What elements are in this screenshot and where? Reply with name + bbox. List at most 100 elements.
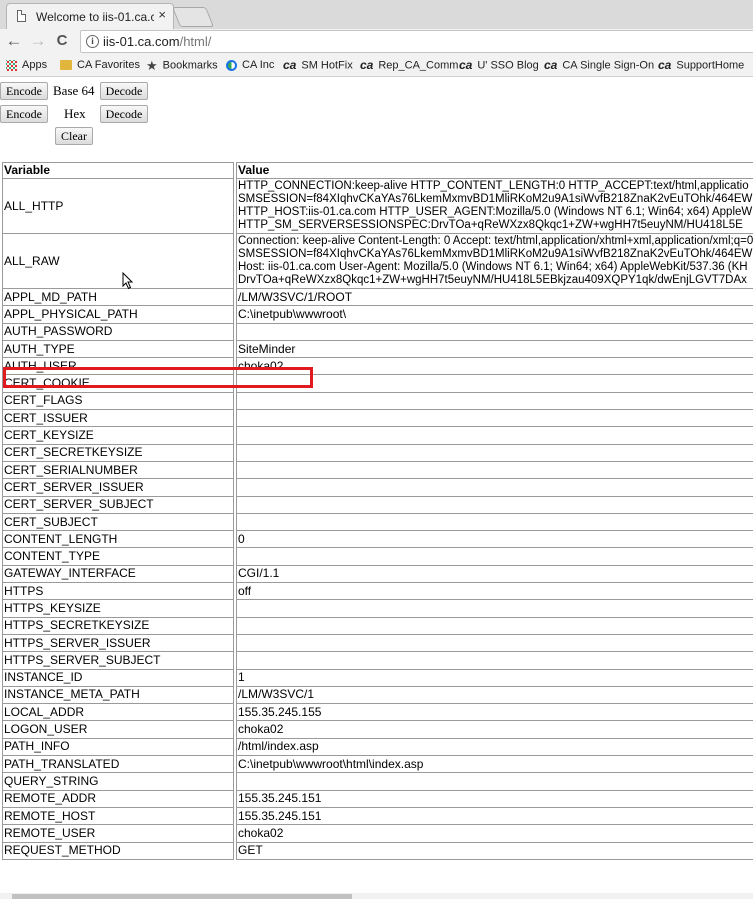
column-header-variable: Variable — [2, 162, 234, 179]
variable-name: HTTPS — [2, 583, 234, 601]
variable-name: QUERY_STRING — [2, 773, 234, 791]
variable-value — [236, 600, 753, 618]
table-row: REMOTE_USER choka02 — [2, 825, 753, 843]
ca-logo-icon: ca — [360, 58, 374, 72]
variable-value: /LM/W3SVC/1 — [236, 686, 753, 705]
table-row: APPL_PHYSICAL_PATH C:\inetpub\wwwroot\ — [2, 306, 753, 324]
variable-name: CERT_ISSUER — [2, 410, 234, 428]
table-row: APPL_MD_PATH/LM/W3SVC/1/ROOT — [2, 289, 753, 307]
table-row: CONTENT_TYPE — [2, 548, 753, 566]
table-row: INSTANCE_ID 1 — [2, 669, 753, 687]
variable-name: CERT_COOKIE — [2, 375, 234, 393]
bookmark-ca-inc[interactable]: CA Inc — [226, 57, 274, 74]
bookmark-bookmarks[interactable]: ★ Bookmarks — [146, 57, 218, 74]
ca-logo-icon: ca — [658, 58, 672, 72]
variable-name: HTTPS_SERVER_SUBJECT — [2, 652, 234, 670]
value-line: Host: iis-01.ca.com User-Agent: Mozilla/… — [238, 261, 748, 273]
variable-value: SiteMinder — [236, 340, 753, 359]
variable-name: LOGON_USER — [2, 721, 234, 739]
variable-name: HTTPS_SERVER_ISSUER — [2, 634, 234, 653]
variable-name: HTTPS_SECRETKEYSIZE — [2, 617, 234, 635]
tab-title: Welcome to iis-01.ca.com — [36, 10, 154, 24]
table-row: ALL_RAW Connection: keep-alive Content-L… — [2, 234, 753, 289]
bookmark-label: U' SSO Blog — [477, 59, 539, 72]
table-row: CERT_FLAGS — [2, 392, 753, 411]
url-host: iis-01.ca.com — [103, 34, 180, 49]
variable-name: REMOTE_ADDR — [2, 790, 234, 808]
variable-name: HTTPS_KEYSIZE — [2, 600, 234, 618]
variable-value: choka02 — [236, 358, 753, 376]
variable-value: /LM/W3SVC/1/ROOT — [236, 289, 753, 307]
info-icon[interactable]: i — [86, 35, 99, 48]
variable-value — [236, 634, 753, 653]
variable-value — [236, 617, 753, 635]
variable-value: GET — [236, 842, 753, 860]
variable-name: REQUEST_METHOD — [2, 842, 234, 860]
value-line: HTTP_CONNECTION:keep-alive HTTP_CONTENT_… — [238, 180, 749, 192]
variable-value — [236, 444, 753, 462]
table-row: LOCAL_ADDR 155.35.245.155 — [2, 704, 753, 722]
variable-value — [236, 652, 753, 670]
variable-name: INSTANCE_META_PATH — [2, 686, 234, 705]
bookmark-label: SupportHome — [676, 59, 745, 72]
forward-icon[interactable]: → — [27, 31, 49, 53]
new-tab-button[interactable] — [171, 7, 215, 27]
decode-hex-button[interactable]: Decode — [100, 105, 148, 123]
star-icon: ★ — [146, 58, 158, 73]
bookmark-sm-hotfix[interactable]: ca SM HotFix — [283, 57, 353, 74]
bookmark-ca-single-sign-on[interactable]: ca CA Single Sign-On — [544, 57, 654, 74]
variable-name: CERT_SECRETKEYSIZE — [2, 444, 234, 462]
server-variables-table: Variable Value ALL_HTTP HTTP_CONNECTION:… — [0, 162, 753, 860]
bookmark-sso-blog[interactable]: ca U' SSO Blog — [459, 57, 539, 74]
variable-value — [236, 410, 753, 428]
horizontal-scrollbar[interactable] — [0, 893, 753, 899]
variable-name: PATH_TRANSLATED — [2, 756, 234, 774]
variable-value: C:\inetpub\wwwroot\html\index.asp — [236, 756, 753, 774]
variable-value: Connection: keep-alive Content-Length: 0… — [236, 234, 753, 289]
close-tab-icon[interactable]: × — [158, 8, 166, 22]
table-row: LOGON_USER choka02 — [2, 721, 753, 739]
table-row: PATH_INFO/html/index.asp — [2, 738, 753, 757]
variable-value: /html/index.asp — [236, 738, 753, 757]
variable-name: GATEWAY_INTERFACE — [2, 565, 234, 584]
table-row: CERT_SUBJECT — [2, 513, 753, 532]
url-path: /html/ — [179, 34, 212, 49]
browser-tab[interactable]: Welcome to iis-01.ca.com × — [6, 3, 174, 29]
address-bar[interactable]: i iis-01.ca.com/html/ — [80, 30, 753, 53]
ca-logo-icon: ca — [283, 58, 297, 72]
back-icon[interactable]: ← — [3, 31, 25, 53]
bookmark-supporthome[interactable]: ca SupportHome — [658, 57, 744, 74]
table-row: GATEWAY_INTERFACE CGI/1.1 — [2, 565, 753, 584]
variable-value: 155.35.245.151 — [236, 790, 753, 808]
variable-name: LOCAL_ADDR — [2, 704, 234, 722]
variable-name: REMOTE_HOST — [2, 807, 234, 826]
encode-base64-button[interactable]: Encode — [0, 82, 48, 100]
base64-label: Base 64 — [53, 83, 95, 98]
bookmark-apps[interactable]: Apps — [6, 57, 47, 74]
table-row: HTTPS_SERVER_ISSUER — [2, 634, 753, 653]
variable-name: INSTANCE_ID — [2, 669, 234, 687]
variable-value — [236, 375, 753, 393]
variable-value: choka02 — [236, 825, 753, 843]
encode-hex-button[interactable]: Encode — [0, 105, 48, 123]
variable-value — [236, 479, 753, 497]
variable-name: CERT_KEYSIZE — [2, 427, 234, 445]
scrollbar-thumb[interactable] — [12, 894, 352, 899]
bookmark-label: Rep_CA_Comm — [378, 59, 459, 72]
table-row: CONTENT_LENGTH 0 — [2, 531, 753, 549]
reload-icon[interactable]: C — [51, 31, 73, 53]
bookmark-label: CA Inc — [242, 59, 275, 71]
variable-value: off — [236, 583, 753, 601]
table-row: PATH_TRANSLATED C:\inetpub\wwwroot\html\i… — [2, 756, 753, 774]
decode-base64-button[interactable]: Decode — [100, 82, 148, 100]
bookmark-ca-favorites[interactable]: CA Favorites — [60, 57, 140, 74]
bookmark-label: SM HotFix — [301, 59, 353, 72]
variable-name: AUTH_PASSWORD — [2, 323, 234, 341]
table-row: CERT_SECRETKEYSIZE — [2, 444, 753, 462]
variable-value — [236, 427, 753, 445]
bookmark-rep-ca-comm[interactable]: ca Rep_CA_Comm — [360, 57, 458, 74]
variable-name: CONTENT_LENGTH — [2, 531, 234, 549]
value-line: SMSESSION=f84XIqhvCKaYAs76LkemMxmvBD1Mli… — [238, 193, 753, 205]
clear-button[interactable]: Clear — [55, 127, 93, 145]
tab-strip: Welcome to iis-01.ca.com × — [0, 0, 753, 29]
